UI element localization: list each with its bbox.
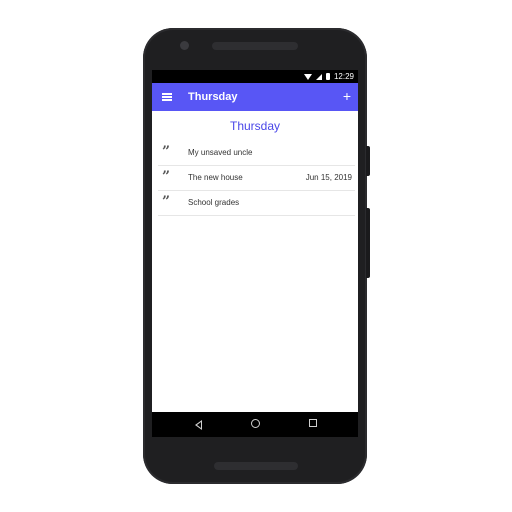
back-icon[interactable] [195, 420, 202, 430]
app-bar-title: Thursday [188, 91, 238, 103]
menu-icon[interactable] [162, 93, 172, 101]
wifi-icon [303, 73, 312, 80]
entry-list: ” My unsaved uncle ” The new house Jun 1… [152, 141, 358, 216]
home-icon[interactable] [251, 419, 260, 428]
signal-icon [315, 73, 322, 80]
stage: 12:29 Thursday + Thursday ” My unsaved u… [0, 0, 512, 512]
status-bar: 12:29 [152, 70, 358, 83]
power-button [366, 146, 370, 176]
entry-title: My unsaved uncle [188, 148, 253, 157]
entry-title: The new house [188, 173, 243, 182]
quote-icon: ” [162, 194, 171, 210]
entry-date: Jun 15, 2019 [305, 173, 352, 182]
top-speaker [212, 42, 298, 50]
status-time: 12:29 [333, 72, 354, 81]
list-item[interactable]: ” My unsaved uncle [158, 141, 355, 166]
entry-title: School grades [188, 198, 240, 207]
navigation-bar [152, 412, 358, 437]
bottom-speaker [214, 462, 298, 470]
status-icons: 12:29 [303, 71, 354, 82]
volume-button [366, 208, 370, 278]
front-camera [180, 41, 189, 50]
screen: 12:29 Thursday + Thursday ” My unsaved u… [152, 70, 358, 437]
list-item[interactable]: ” School grades [158, 191, 355, 216]
app-bar: Thursday + [152, 83, 358, 111]
battery-icon [325, 73, 330, 80]
quote-icon: ” [162, 169, 171, 185]
quote-icon: ” [162, 144, 171, 160]
recents-icon[interactable] [309, 419, 317, 427]
add-icon[interactable]: + [343, 88, 351, 104]
list-item[interactable]: ” The new house Jun 15, 2019 [158, 166, 355, 191]
day-header: Thursday [229, 119, 281, 133]
